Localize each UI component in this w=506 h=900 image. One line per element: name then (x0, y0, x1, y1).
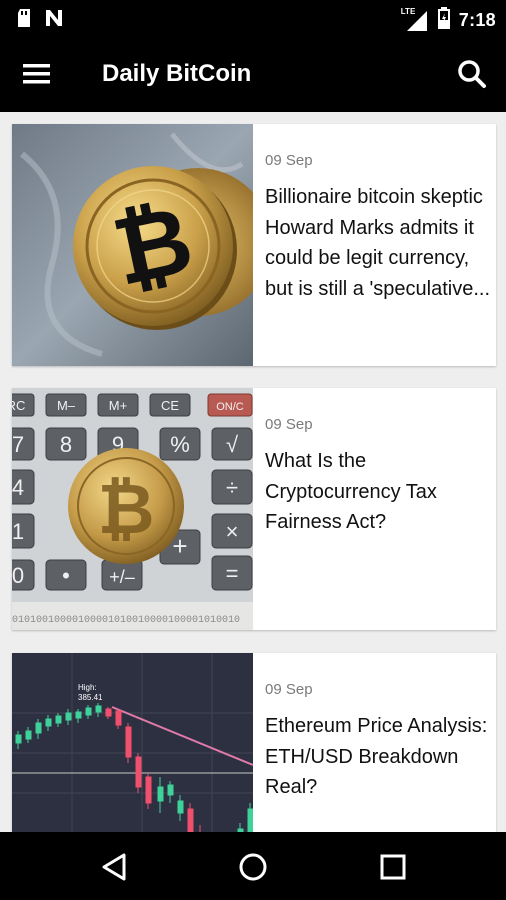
navigation-bar (0, 832, 506, 900)
recents-icon (380, 854, 406, 880)
svg-text:1: 1 (12, 519, 24, 544)
status-time: 7:18 (458, 10, 496, 30)
article-title: What Is the Cryptocurrency Tax Fairness … (265, 450, 437, 533)
article-title: Billionaire bitcoin skeptic Howard Marks… (265, 186, 491, 300)
status-left-icons (16, 8, 64, 33)
search-icon (458, 60, 486, 88)
svg-text:8: 8 (60, 432, 72, 457)
article-card[interactable]: RC M– M+ CE ON/C 7 8 9 % √ 4 ÷ 1 + × 0 • (12, 388, 496, 630)
svg-text:+/–: +/– (109, 567, 135, 587)
chart-high-value: 385.41 (78, 693, 103, 702)
article-thumbnail-calculator: RC M– M+ CE ON/C 7 8 9 % √ 4 ÷ 1 + × 0 • (12, 388, 253, 630)
svg-text:√: √ (226, 432, 239, 457)
home-icon (239, 853, 267, 881)
app-bar: Daily BitCoin (0, 36, 506, 112)
svg-text:0: 0 (12, 563, 24, 588)
article-title: Ethereum Price Analysis: ETH/USD Breakdo… (265, 715, 488, 798)
svg-text:4: 4 (12, 475, 24, 500)
menu-button[interactable] (20, 58, 54, 90)
battery-icon (437, 6, 451, 35)
status-bar: LTE 7:18 (0, 0, 506, 36)
article-thumbnail-price-chart: High: 385.41 (12, 653, 253, 832)
svg-text:M–: M– (57, 398, 76, 413)
svg-text:=: = (226, 561, 239, 586)
svg-text:%: % (170, 432, 190, 457)
svg-text:010100100001000010100100001000: 01010010000100001010010000100001010010 (12, 615, 240, 626)
back-icon (102, 853, 126, 881)
article-date: 09 Sep (265, 416, 313, 433)
article-date: 09 Sep (265, 152, 313, 169)
svg-text:CE: CE (161, 398, 179, 413)
sd-card-icon (16, 8, 32, 33)
status-right-icons: LTE 7:18 (401, 6, 496, 35)
svg-text:₿: ₿ (97, 470, 154, 548)
article-card[interactable]: High: 385.41 09 Sep Ethereum Price Analy… (12, 653, 496, 832)
article-date: 09 Sep (265, 681, 313, 698)
svg-text:÷: ÷ (226, 475, 238, 500)
article-card[interactable]: ₿ 09 Sep Billionaire bitcoin skeptic How… (12, 124, 496, 366)
svg-text:RC: RC (12, 398, 25, 413)
svg-text:M+: M+ (109, 398, 127, 413)
signal-icon: LTE (401, 7, 429, 33)
search-button[interactable] (456, 58, 488, 90)
chart-high-label: High: (78, 683, 97, 692)
app-title: Daily BitCoin (102, 60, 252, 87)
article-feed[interactable]: ₿ 09 Sep Billionaire bitcoin skeptic How… (0, 112, 506, 832)
svg-text:7: 7 (12, 432, 24, 457)
recents-button[interactable] (376, 850, 410, 884)
svg-text:×: × (226, 519, 239, 544)
n-notification-icon (44, 8, 64, 33)
svg-text:•: • (62, 563, 70, 588)
svg-text:ON/C: ON/C (216, 401, 244, 413)
home-button[interactable] (236, 850, 270, 884)
menu-icon (23, 64, 50, 84)
article-thumbnail-bitcoin-coins: ₿ (12, 124, 253, 366)
back-button[interactable] (98, 850, 132, 884)
